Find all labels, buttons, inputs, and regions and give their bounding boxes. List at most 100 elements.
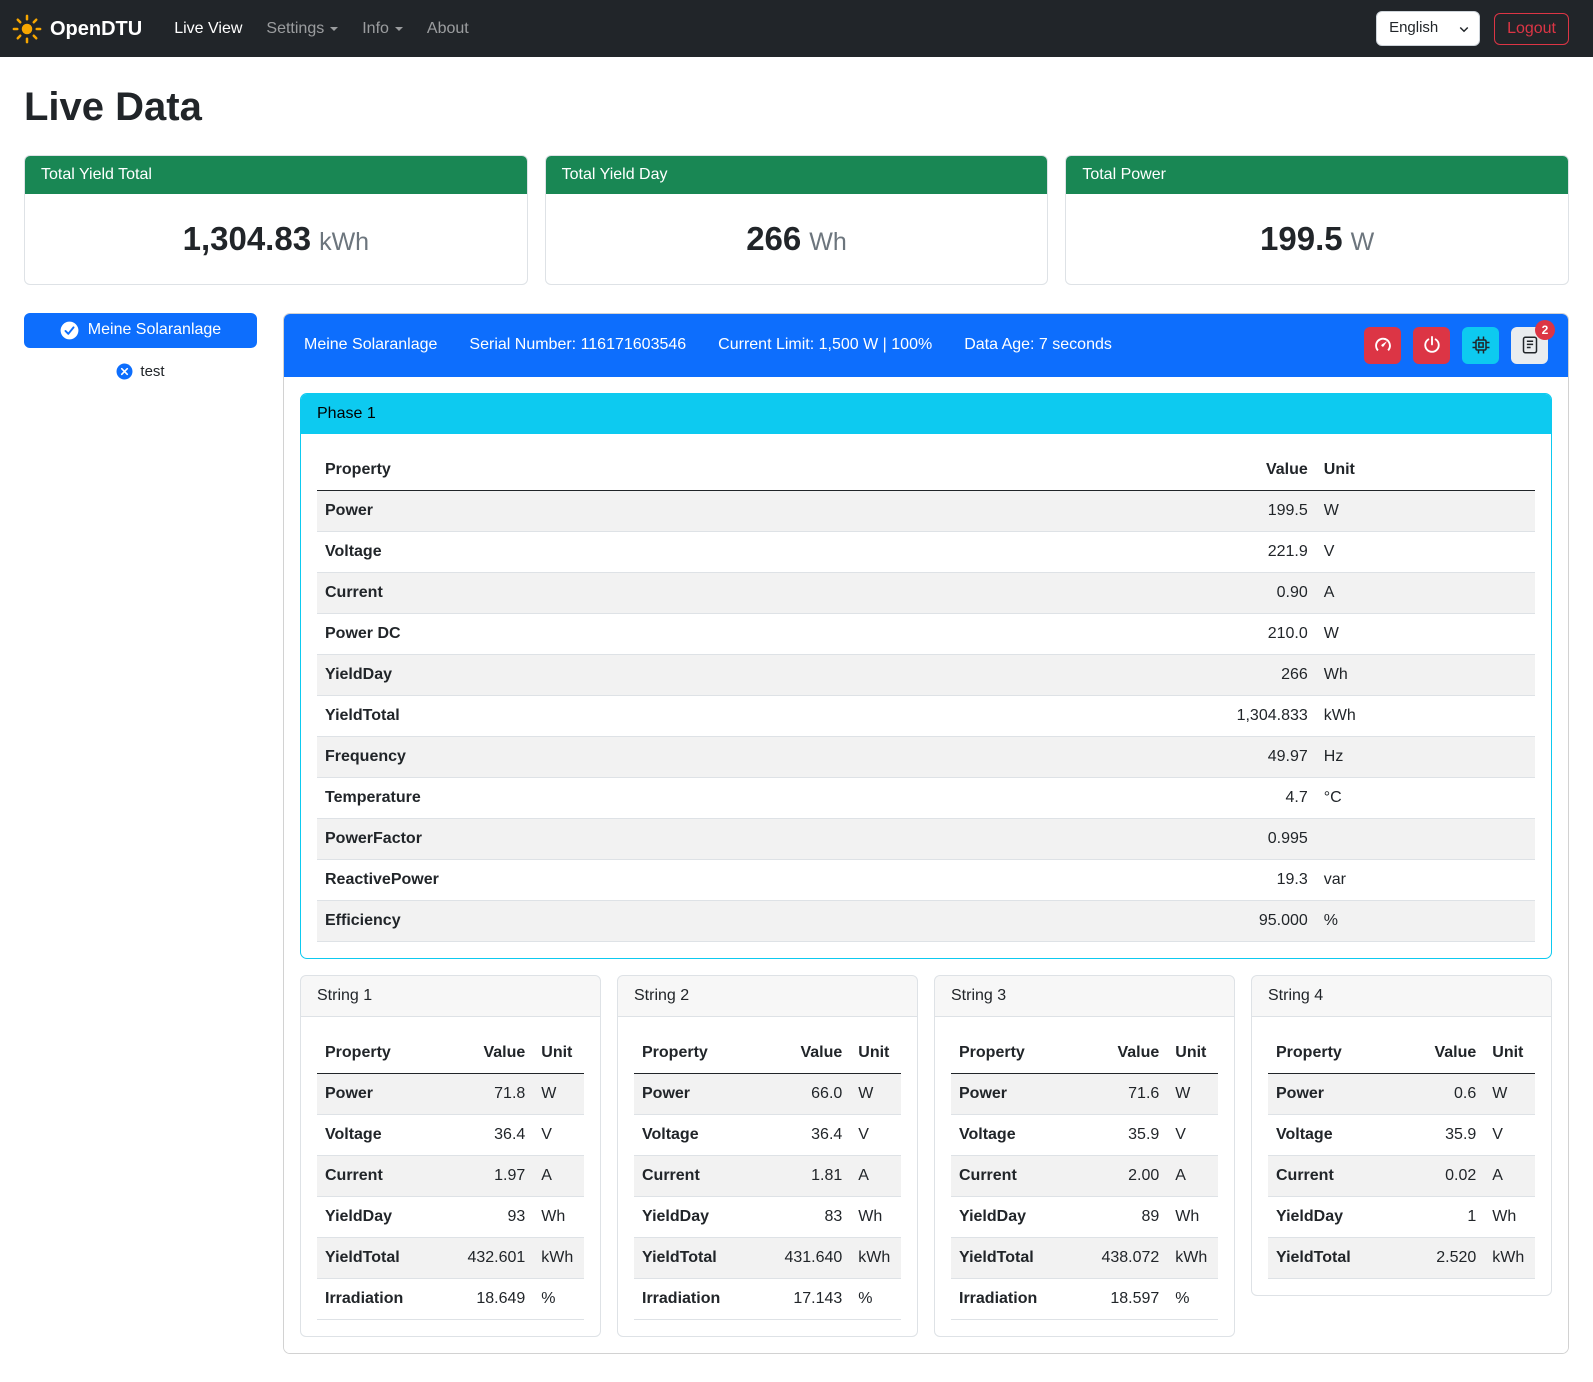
unit-cell: W [850, 1073, 901, 1114]
unit-cell: V [850, 1114, 901, 1155]
property-header: Property [951, 1033, 1068, 1074]
unit-cell: kWh [533, 1237, 584, 1278]
unit-cell: W [533, 1073, 584, 1114]
inverter-name: Meine Solaranlage [304, 333, 437, 357]
card-value: 199.5 [1260, 220, 1343, 257]
card-total-yield-total: Total Yield Total 1,304.83kWh [24, 155, 528, 285]
chevron-down-icon [1458, 23, 1470, 35]
gauge-icon [1373, 335, 1393, 355]
property-cell: YieldDay [951, 1196, 1068, 1237]
table-row: YieldDay266Wh [317, 654, 1535, 695]
unit-cell: kWh [1316, 695, 1535, 736]
string-card-4: String 4 Property Value Unit [1251, 975, 1552, 1296]
strings-grid: String 1 Property Value Unit [300, 975, 1552, 1337]
value-cell: 66.0 [751, 1073, 850, 1114]
unit-cell: kWh [850, 1237, 901, 1278]
table-row: YieldTotal2.520kWh [1268, 1237, 1535, 1278]
limit-settings-button[interactable] [1364, 327, 1401, 364]
value-cell: 1.97 [434, 1155, 533, 1196]
value-cell: 18.649 [434, 1278, 533, 1319]
unit-cell: Wh [1316, 654, 1535, 695]
serial-number: Serial Number: 116171603546 [469, 333, 686, 357]
property-header: Property [317, 1033, 434, 1074]
card-value: 1,304.83 [183, 220, 311, 257]
unit-cell: V [533, 1114, 584, 1155]
value-cell: 210.0 [1157, 613, 1315, 654]
brand[interactable]: OpenDTU [12, 14, 142, 44]
card-unit: W [1351, 228, 1375, 256]
table-body: Power71.8WVoltage36.4VCurrent1.97AYieldD… [317, 1073, 584, 1319]
table-row: Voltage35.9V [1268, 1114, 1535, 1155]
unit-cell: var [1316, 859, 1535, 900]
unit-cell: A [1316, 572, 1535, 613]
property-cell: Current [634, 1155, 751, 1196]
table-row: Current2.00A [951, 1155, 1218, 1196]
unit-cell: % [1316, 900, 1535, 941]
property-cell: YieldTotal [951, 1237, 1068, 1278]
property-cell: PowerFactor [317, 818, 1157, 859]
unit-cell: Wh [533, 1196, 584, 1237]
string-card-3: String 3 Property Value Unit [934, 975, 1235, 1337]
inverter-select-test[interactable]: test [24, 361, 257, 384]
sun-logo-icon [12, 14, 42, 44]
nav-item-label: Settings [266, 17, 324, 41]
inverter-select-meine-solaranlage[interactable]: Meine Solaranlage [24, 313, 257, 348]
value-cell: 36.4 [434, 1114, 533, 1155]
property-cell: Irradiation [317, 1278, 434, 1319]
card-total-power: Total Power 199.5W [1065, 155, 1569, 285]
power-icon [1422, 335, 1442, 355]
value-cell: 221.9 [1157, 531, 1315, 572]
property-cell: Irradiation [634, 1278, 751, 1319]
table-body: Power199.5WVoltage221.9VCurrent0.90APowe… [317, 490, 1535, 941]
property-cell: Temperature [317, 777, 1157, 818]
table-row: YieldTotal1,304.833kWh [317, 695, 1535, 736]
table-header-row: Property Value Unit [1268, 1033, 1535, 1074]
value-cell: 438.072 [1068, 1237, 1167, 1278]
unit-cell: Wh [1484, 1196, 1535, 1237]
nav-item-info[interactable]: Info [352, 9, 413, 49]
inverter-panel-header: Meine Solaranlage Serial Number: 1161716… [284, 314, 1568, 377]
table-row: Power199.5W [317, 490, 1535, 531]
summary-cards-row: Total Yield Total 1,304.83kWh Total Yiel… [24, 155, 1569, 285]
value-header: Value [751, 1033, 850, 1074]
property-cell: Current [317, 1155, 434, 1196]
unit-cell [1316, 818, 1535, 859]
value-cell: 71.6 [1068, 1073, 1167, 1114]
table-row: YieldDay89Wh [951, 1196, 1218, 1237]
device-info-button[interactable] [1462, 327, 1499, 364]
property-cell: YieldDay [317, 1196, 434, 1237]
value-cell: 36.4 [751, 1114, 850, 1155]
property-cell: Power [634, 1073, 751, 1114]
property-cell: Efficiency [317, 900, 1157, 941]
power-button[interactable] [1413, 327, 1450, 364]
table-row: Efficiency95.000% [317, 900, 1535, 941]
property-cell: YieldTotal [1268, 1237, 1385, 1278]
property-header: Property [317, 450, 1157, 491]
value-cell: 93 [434, 1196, 533, 1237]
inverter-label: Meine Solaranlage [88, 321, 221, 339]
event-log-button[interactable]: 2 [1511, 327, 1548, 364]
language-select[interactable]: English [1376, 11, 1480, 46]
table-row: Current1.97A [317, 1155, 584, 1196]
value-cell: 35.9 [1385, 1114, 1484, 1155]
check-circle-icon [60, 321, 79, 340]
property-cell: Irradiation [951, 1278, 1068, 1319]
event-count-badge: 2 [1535, 320, 1555, 340]
property-cell: Voltage [1268, 1114, 1385, 1155]
string-card-2: String 2 Property Value Unit [617, 975, 918, 1337]
table-row: YieldDay1Wh [1268, 1196, 1535, 1237]
value-cell: 1,304.833 [1157, 695, 1315, 736]
unit-header: Unit [1167, 1033, 1218, 1074]
property-cell: YieldDay [1268, 1196, 1385, 1237]
nav-item-about[interactable]: About [417, 9, 479, 49]
cpu-chip-icon [1471, 335, 1491, 355]
string-table: Property Value Unit Power71.8WVoltage36.… [317, 1033, 584, 1320]
value-cell: 35.9 [1068, 1114, 1167, 1155]
nav-item-settings[interactable]: Settings [256, 9, 348, 49]
value-cell: 2.520 [1385, 1237, 1484, 1278]
nav-item-live-view[interactable]: Live View [164, 9, 252, 49]
panel-buttons: 2 [1364, 327, 1548, 364]
string-card-1: String 1 Property Value Unit [300, 975, 601, 1337]
unit-cell: A [850, 1155, 901, 1196]
logout-button[interactable]: Logout [1494, 13, 1569, 45]
